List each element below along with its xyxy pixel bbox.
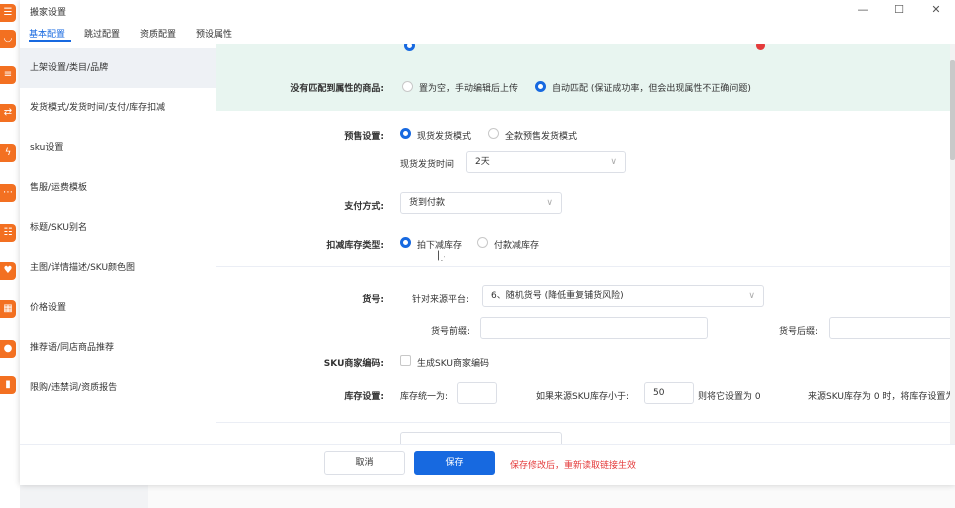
stock-unify-input[interactable] — [457, 382, 497, 404]
save-button[interactable]: 保存 — [414, 451, 495, 475]
unmatched-label: 没有匹配到属性的商品: — [290, 84, 384, 94]
close-button[interactable]: ✕ — [925, 2, 947, 18]
merchant-code-label: SKU商家编码: — [323, 359, 384, 369]
cart-icon: ◡ — [0, 30, 16, 48]
section-divider — [216, 422, 955, 423]
title-bar: 搬家设置 — ☐ ✕ — [20, 0, 955, 20]
stock-less-than-input[interactable]: 50 — [644, 382, 694, 404]
window-title: 搬家设置 — [30, 8, 67, 18]
stock-set-zero-label: 则将它设置为 0 — [698, 392, 761, 402]
ship-time-label: 现货发货时间 — [400, 160, 455, 170]
chevron-down-icon: ∨ — [610, 157, 617, 167]
highlighted-section: 没有匹配到属性的商品: 置为空，手动编辑后上传 自动匹配 (保证成功率，但会出现… — [216, 44, 955, 111]
list-icon: ≡ — [0, 66, 16, 84]
background-app-area — [148, 485, 955, 508]
tab-qualification-config[interactable]: 资质配置 — [140, 27, 176, 40]
presale-label: 预售设置: — [344, 132, 384, 142]
settings-form: 没有匹配到属性的商品: 置为空，手动编辑后上传 自动匹配 (保证成功率，但会出现… — [216, 44, 955, 444]
cancel-button[interactable]: 取消 — [324, 451, 405, 475]
stock-setting-label: 库存设置: — [344, 392, 384, 402]
settings-dialog: 搬家设置 — ☐ ✕ 基本配置 跳过配置 资质配置 预设属性 上架设置/类目/品… — [20, 0, 955, 485]
suffix-input[interactable] — [829, 317, 955, 339]
sidebar-item-sku[interactable]: sku设置 — [20, 128, 216, 168]
minimize-button[interactable]: — — [852, 2, 874, 18]
sidebar-item-price[interactable]: 价格设置 — [20, 288, 216, 328]
sidebar-item-recommend[interactable]: 推荐语/同店商品推荐 — [20, 328, 216, 368]
sidebar-item-title[interactable]: 标题/SKU别名 — [20, 208, 216, 248]
stock-less-than-label: 如果来源SKU库存小于: — [536, 392, 629, 402]
merchant-code-checkbox-label: 生成SKU商家编码 — [417, 359, 489, 369]
grid-icon: ▦ — [0, 300, 16, 318]
tab-bar: 基本配置 跳过配置 资质配置 预设属性 — [20, 24, 955, 44]
ship-time-select[interactable]: 2天 ∨ — [466, 151, 626, 173]
stock-source-zero-label: 来源SKU库存为 0 时，将库存设置为: — [808, 392, 955, 402]
app-icon: ☰ — [0, 4, 16, 22]
save-hint: 保存修改后，重新读取链接生效 — [510, 461, 637, 471]
prefix-label: 货号前缀: — [431, 327, 471, 337]
stock-deduct-payment-radio[interactable] — [477, 237, 488, 248]
mouse-cursor-icon — [438, 250, 445, 261]
heart-icon: ♥ — [0, 262, 16, 280]
sidebar-item-restrictions[interactable]: 限购/违禁词/资质报告 — [20, 368, 216, 408]
stock-deduct-order-label: 拍下减库存 — [417, 241, 463, 251]
unmatched-option-empty-radio[interactable] — [402, 81, 413, 92]
more-icon: ⋯ — [0, 184, 16, 202]
sidebar-item-listing[interactable]: 上架设置/类目/品牌 — [20, 48, 216, 88]
chevron-down-icon: ∨ — [748, 291, 755, 301]
lightning-icon: ϟ — [0, 144, 16, 162]
tab-basic-config[interactable]: 基本配置 — [29, 27, 65, 40]
payment-select[interactable]: 货到付款 ∨ — [400, 192, 562, 214]
maximize-button[interactable]: ☐ — [888, 2, 910, 18]
scrollbar-thumb[interactable] — [950, 60, 955, 160]
stock-deduct-label: 扣减库存类型: — [326, 241, 384, 251]
unmatched-option-auto-radio[interactable] — [535, 81, 546, 92]
prefix-input[interactable] — [480, 317, 708, 339]
platform-label: 针对来源平台: — [412, 295, 470, 305]
platform-value: 6、随机货号 (降低重复铺货风险) — [491, 291, 624, 301]
presale-spot-radio[interactable] — [400, 128, 411, 139]
active-tab-indicator — [29, 40, 71, 42]
tab-preset-attributes[interactable]: 预设属性 — [196, 27, 232, 40]
sku-code-label: 货号: — [362, 295, 384, 305]
sidebar-item-shipping[interactable]: 发货模式/发货时间/支付/库存扣减 — [20, 88, 216, 128]
merchant-code-checkbox[interactable] — [400, 355, 411, 366]
chevron-down-icon: ∨ — [546, 198, 553, 208]
presale-full-label: 全款预售发货模式 — [505, 132, 578, 142]
error-dot-icon — [756, 44, 765, 50]
ship-time-value: 2天 — [475, 157, 490, 167]
presale-full-radio[interactable] — [488, 128, 499, 139]
document-icon: ☷ — [0, 224, 16, 242]
next-row-field[interactable] — [400, 432, 562, 444]
transfer-icon: ⇄ — [0, 104, 16, 122]
presale-spot-label: 现货发货模式 — [417, 132, 472, 142]
tab-skip-config[interactable]: 跳过配置 — [84, 27, 120, 40]
bookmark-icon: ▮ — [0, 376, 16, 394]
sidebar-item-after-sale[interactable]: 售服/运费模板 — [20, 168, 216, 208]
unmatched-option-auto-label: 自动匹配 (保证成功率，但会出现属性不正确问题) — [552, 84, 751, 94]
stock-less-than-value: 50 — [653, 388, 665, 398]
stock-deduct-payment-label: 付款减库存 — [494, 241, 540, 251]
settings-sidebar: 上架设置/类目/品牌 发货模式/发货时间/支付/库存扣减 sku设置 售服/运费… — [20, 44, 216, 444]
record-icon: ● — [0, 340, 16, 358]
payment-label: 支付方式: — [344, 202, 384, 212]
suffix-label: 货号后缀: — [779, 327, 819, 337]
unmatched-option-empty-label: 置为空，手动编辑后上传 — [419, 84, 519, 94]
dialog-footer: 取消 保存 保存修改后，重新读取链接生效 — [20, 444, 955, 485]
section-divider — [216, 266, 955, 267]
platform-select[interactable]: 6、随机货号 (降低重复铺货风险) ∨ — [482, 285, 764, 307]
stock-deduct-order-radio[interactable] — [400, 237, 411, 248]
background-app-strip: ☰ ◡ ≡ ⇄ ϟ ⋯ ☷ ♥ ▦ ● ▮ — [0, 0, 20, 508]
hidden-row-radio[interactable] — [404, 44, 415, 51]
sidebar-item-images[interactable]: 主图/详情描述/SKU颜色图 — [20, 248, 216, 288]
stock-unify-label: 库存统一为: — [400, 392, 449, 402]
payment-value: 货到付款 — [409, 198, 446, 208]
